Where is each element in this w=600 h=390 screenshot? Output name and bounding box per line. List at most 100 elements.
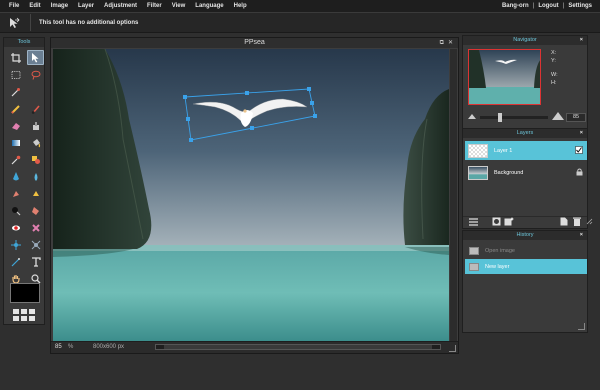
menu-view[interactable]: View	[169, 3, 193, 9]
sharpen-icon[interactable]	[7, 169, 24, 184]
canvas-image[interactable]	[53, 49, 449, 341]
layer-row[interactable]: Layer 1	[465, 141, 587, 160]
layer-thumbnail	[468, 165, 488, 180]
y-label: Y:	[551, 58, 556, 64]
gradient-icon[interactable]	[7, 135, 24, 150]
tools-panel: Tools	[3, 37, 45, 325]
canvas-window-buttons: ⧉ ✕	[440, 38, 453, 48]
menu-layer[interactable]: Layer	[75, 3, 101, 9]
close-icon[interactable]: ×	[580, 36, 583, 45]
zoom-in-icon[interactable]	[552, 112, 564, 122]
history-item[interactable]: Open image	[465, 243, 587, 258]
redeye-icon[interactable]	[7, 220, 24, 235]
menu-language[interactable]: Language	[192, 3, 230, 9]
history-panel: History × Open image New layer	[462, 230, 588, 333]
pinch-icon[interactable]	[27, 237, 44, 252]
new-layer-icon[interactable]	[560, 217, 568, 228]
user-link[interactable]: Bang-orn	[502, 3, 529, 9]
navigator-title: Navigator ×	[463, 36, 587, 45]
canvas-titlebar: PPsea ⧉ ✕	[51, 38, 458, 48]
menu-adjustment[interactable]: Adjustment	[101, 3, 144, 9]
canvas-title: PPsea	[244, 39, 265, 46]
history-title-text: History	[516, 232, 534, 238]
clone-icon[interactable]	[27, 118, 44, 133]
line-icon[interactable]	[7, 254, 24, 269]
layers-title: Layers ×	[463, 129, 587, 138]
drawing-icon[interactable]	[27, 152, 44, 167]
logout-link[interactable]: Logout	[538, 3, 558, 9]
lasso-icon[interactable]	[27, 67, 44, 82]
vertical-scrollbar[interactable]	[450, 49, 457, 341]
zoom-out-icon[interactable]	[468, 113, 476, 121]
divider	[30, 14, 31, 31]
photo-svg	[53, 49, 449, 341]
close-icon[interactable]: ✕	[448, 38, 453, 48]
burn-icon[interactable]	[27, 203, 44, 218]
separator: |	[562, 3, 565, 9]
scroll-thumb[interactable]	[164, 345, 432, 349]
layers-footer	[463, 216, 593, 228]
close-icon[interactable]: ×	[580, 129, 583, 138]
delete-layer-icon[interactable]	[573, 217, 581, 228]
dodge-icon[interactable]	[7, 203, 24, 218]
colorpicker-icon[interactable]	[7, 152, 24, 167]
zoom-slider[interactable]	[480, 112, 548, 122]
layer-row[interactable]: Background	[465, 163, 587, 182]
layers-panel: Layers × Layer 1 Background	[462, 128, 593, 229]
h-label: H:	[551, 80, 557, 86]
zoom-level[interactable]: 85	[55, 342, 62, 353]
pencil-icon[interactable]	[7, 101, 24, 116]
account-links: Bang-orn | Logout | Settings	[502, 0, 592, 12]
navigator-panel: Navigator × X: Y: W: H: 85	[462, 35, 588, 129]
sponge-icon[interactable]	[27, 186, 44, 201]
horizontal-scrollbar[interactable]	[155, 344, 441, 350]
resize-handle[interactable]	[449, 345, 456, 352]
tools-grid	[4, 47, 44, 286]
history-item[interactable]: New layer	[465, 259, 587, 274]
marquee-icon[interactable]	[7, 67, 24, 82]
menu-filter[interactable]: Filter	[144, 3, 169, 9]
layer-fx-icon[interactable]	[504, 217, 514, 228]
move-icon[interactable]	[27, 50, 44, 65]
resize-icon[interactable]	[586, 218, 593, 227]
smudge-icon[interactable]	[7, 186, 24, 201]
checkbox-icon[interactable]	[575, 146, 583, 156]
bucket-icon[interactable]	[27, 135, 44, 150]
brush-icon[interactable]	[27, 101, 44, 116]
grid-icon[interactable]	[13, 309, 38, 323]
navigator-thumb-svg	[469, 50, 540, 104]
lock-icon	[576, 168, 583, 178]
layer-name: Layer 1	[494, 147, 513, 154]
settings-link[interactable]: Settings	[568, 3, 592, 9]
navigator-zoom-row: 85	[468, 112, 586, 122]
canvas-statusbar: 85 % 800x600 px	[51, 341, 458, 353]
navigator-thumbnail[interactable]	[468, 49, 541, 105]
maximize-icon[interactable]: ⧉	[440, 38, 444, 48]
menu-file[interactable]: File	[6, 3, 26, 9]
layer-mask-icon[interactable]	[492, 217, 501, 228]
canvas-window: PPsea ⧉ ✕ 85 % 800x600 px	[50, 37, 459, 354]
move-icon	[6, 15, 22, 31]
text-icon[interactable]	[27, 254, 44, 269]
wand-icon[interactable]	[7, 84, 24, 99]
close-icon[interactable]: ×	[580, 231, 583, 240]
spot-heal-icon[interactable]	[27, 220, 44, 235]
menu-image[interactable]: Image	[48, 3, 75, 9]
crop-icon[interactable]	[7, 50, 24, 65]
layer-style-icon[interactable]	[469, 217, 478, 228]
resize-handle[interactable]	[578, 323, 585, 330]
zoom-slider-knob[interactable]	[498, 112, 502, 122]
open-image-icon	[469, 246, 479, 255]
blur-icon[interactable]	[27, 169, 44, 184]
tools-title: Tools	[4, 38, 44, 47]
menu-edit[interactable]: Edit	[26, 3, 47, 9]
bloat-icon[interactable]	[7, 237, 24, 252]
layers-title-text: Layers	[516, 130, 534, 136]
history-label: New layer	[485, 263, 510, 270]
w-label: W:	[551, 72, 558, 78]
navigator-zoom-input[interactable]: 85	[566, 112, 586, 122]
menu-help[interactable]: Help	[231, 3, 254, 9]
options-bar: This tool has no additional options	[0, 12, 600, 33]
color-swatch[interactable]	[10, 283, 40, 303]
eraser-icon[interactable]	[7, 118, 24, 133]
